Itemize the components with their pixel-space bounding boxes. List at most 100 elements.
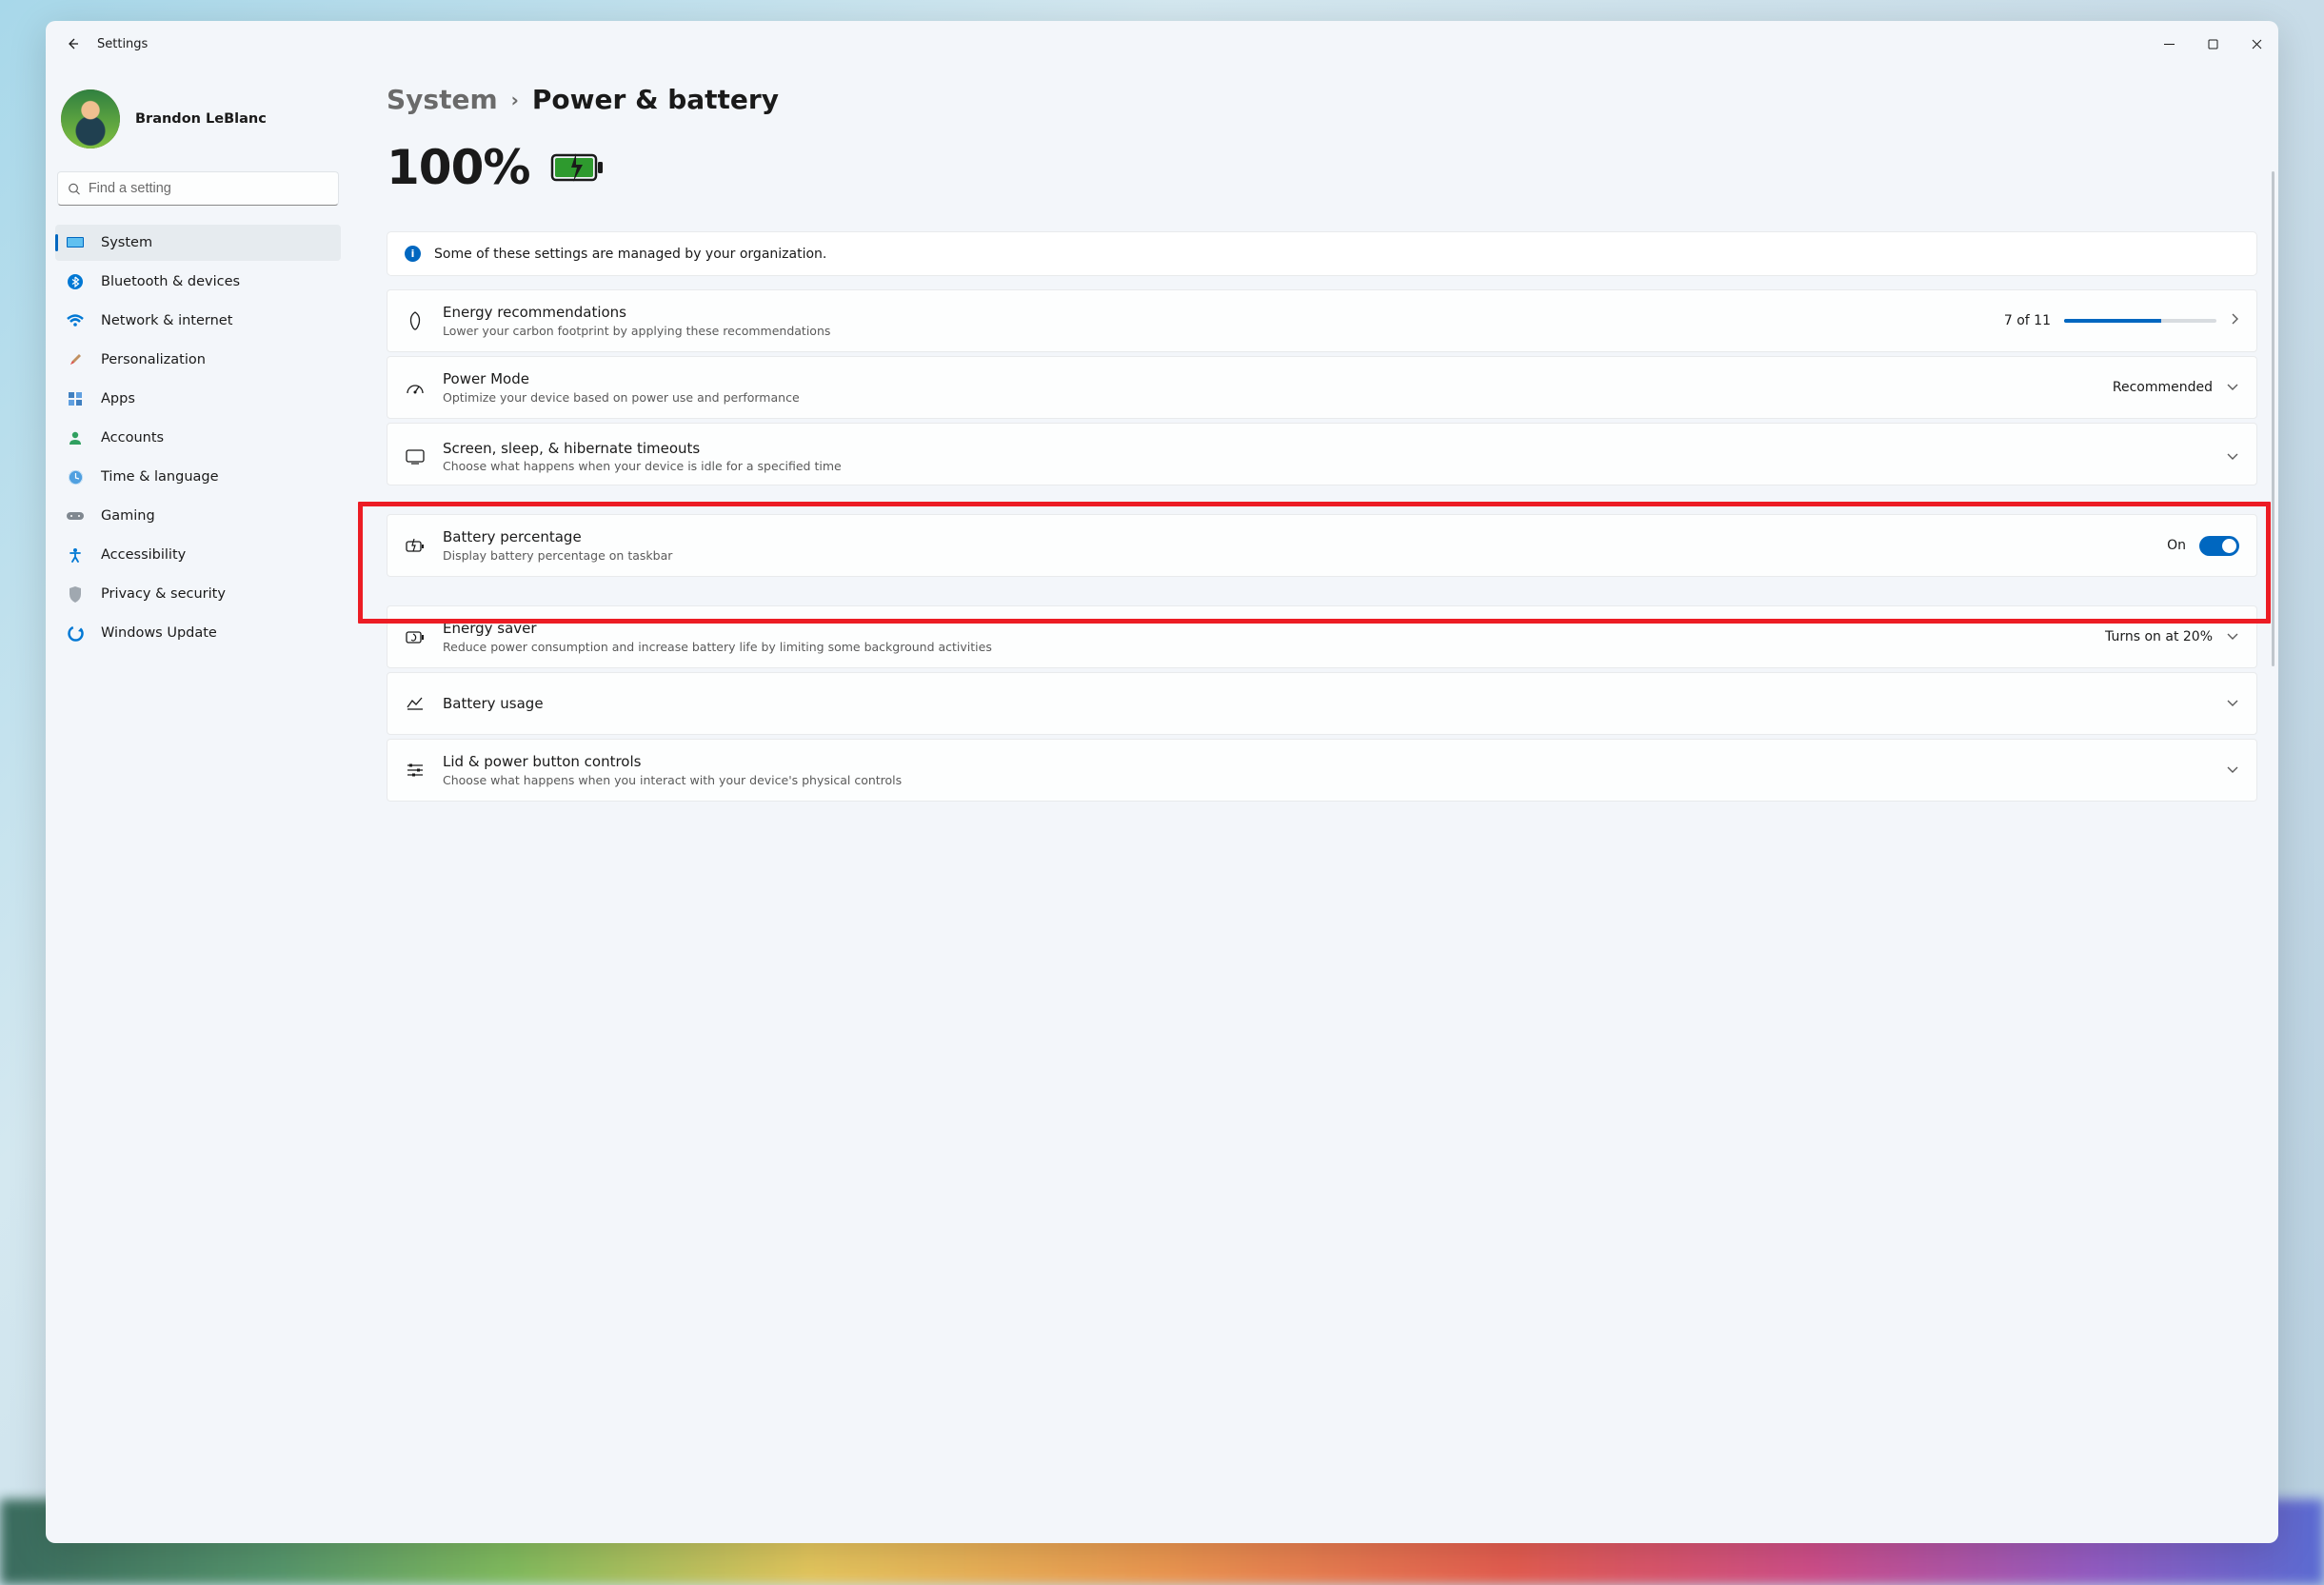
titlebar: Settings	[46, 21, 2278, 67]
maximize-button[interactable]	[2191, 25, 2235, 63]
chevron-down-icon	[2226, 629, 2239, 644]
search-box[interactable]	[57, 171, 339, 206]
sidebar-item-windows-update[interactable]: Windows Update	[55, 615, 341, 651]
nav: System Bluetooth & devices Network & int…	[53, 225, 343, 651]
display-timeout-icon	[405, 449, 426, 465]
card-battery-percentage[interactable]: Battery percentage Display battery perce…	[387, 514, 2257, 577]
sidebar-item-accessibility[interactable]: Accessibility	[55, 537, 341, 573]
battery-percentage-value: 100%	[387, 140, 529, 195]
minimize-button[interactable]	[2147, 25, 2191, 63]
card-subtitle: Choose what happens when your device is …	[443, 459, 2209, 474]
card-title: Energy recommendations	[443, 303, 1987, 322]
breadcrumb: System › Power & battery	[387, 84, 2257, 115]
arrow-left-icon	[65, 36, 80, 51]
energy-recs-counter: 7 of 11	[2004, 313, 2051, 328]
scrollbar[interactable]	[2272, 171, 2274, 666]
battery-percentage-toggle-state: On	[2167, 538, 2186, 553]
sidebar-item-time-language[interactable]: Time & language	[55, 459, 341, 495]
card-energy-recommendations[interactable]: Energy recommendations Lower your carbon…	[387, 289, 2257, 352]
battery-hero: 100%	[387, 140, 2257, 195]
sidebar: Brandon LeBlanc System Bluetooth & devic…	[46, 67, 350, 1543]
chevron-down-icon	[2226, 763, 2239, 778]
gauge-icon	[405, 380, 426, 395]
apps-icon	[67, 390, 84, 407]
profile-name: Brandon LeBlanc	[135, 111, 267, 127]
person-icon	[67, 429, 84, 446]
energy-saver-value: Turns on at 20%	[2105, 629, 2213, 644]
energy-saver-icon	[405, 629, 426, 644]
card-title: Lid & power button controls	[443, 752, 2209, 771]
sidebar-item-apps[interactable]: Apps	[55, 381, 341, 417]
sidebar-item-label: Windows Update	[101, 625, 217, 641]
sidebar-item-label: Accounts	[101, 430, 164, 446]
card-battery-usage[interactable]: Battery usage	[387, 672, 2257, 735]
system-icon	[67, 234, 84, 251]
sidebar-item-label: Bluetooth & devices	[101, 274, 240, 289]
sidebar-item-label: Network & internet	[101, 313, 232, 328]
page-title: Power & battery	[532, 84, 779, 115]
search-input[interactable]	[89, 181, 328, 196]
sidebar-item-label: Privacy & security	[101, 586, 226, 602]
clock-globe-icon	[67, 468, 84, 485]
card-power-mode[interactable]: Power Mode Optimize your device based on…	[387, 356, 2257, 419]
sidebar-item-bluetooth[interactable]: Bluetooth & devices	[55, 264, 341, 300]
card-title: Battery percentage	[443, 527, 2150, 546]
battery-percent-icon	[405, 538, 426, 553]
avatar	[61, 89, 120, 149]
main-content: System › Power & battery 100% i Some of …	[350, 67, 2278, 1543]
settings-window: Settings Brandon LeBlanc	[46, 21, 2278, 1543]
battery-percentage-toggle[interactable]	[2199, 536, 2239, 556]
card-screen-sleep-timeouts[interactable]: Screen, sleep, & hibernate timeouts Choo…	[387, 423, 2257, 485]
leaf-icon	[405, 311, 426, 330]
chevron-down-icon	[2226, 449, 2239, 465]
sidebar-item-label: System	[101, 235, 152, 250]
paintbrush-icon	[67, 351, 84, 368]
shield-icon	[67, 585, 84, 603]
chevron-down-icon	[2226, 380, 2239, 395]
gamepad-icon	[67, 507, 84, 525]
sidebar-item-personalization[interactable]: Personalization	[55, 342, 341, 378]
info-icon: i	[405, 246, 421, 262]
maximize-icon	[2208, 39, 2218, 50]
sidebar-item-accounts[interactable]: Accounts	[55, 420, 341, 456]
card-subtitle: Lower your carbon footprint by applying …	[443, 324, 1987, 339]
card-lid-power-button[interactable]: Lid & power button controls Choose what …	[387, 739, 2257, 802]
sidebar-item-label: Apps	[101, 391, 135, 406]
breadcrumb-parent[interactable]: System	[387, 84, 498, 115]
back-button[interactable]	[63, 36, 82, 51]
sidebar-item-network[interactable]: Network & internet	[55, 303, 341, 339]
battery-charging-icon	[550, 151, 604, 184]
bluetooth-icon	[67, 273, 84, 290]
search-icon	[68, 182, 81, 196]
close-icon	[2252, 39, 2262, 50]
close-button[interactable]	[2235, 25, 2278, 63]
power-mode-value: Recommended	[2113, 380, 2213, 395]
app-title: Settings	[97, 37, 148, 51]
profile-block[interactable]: Brandon LeBlanc	[53, 67, 343, 171]
card-title: Power Mode	[443, 369, 2096, 388]
card-title: Energy saver	[443, 619, 2088, 638]
card-subtitle: Optimize your device based on power use …	[443, 390, 2096, 406]
managed-by-org-banner: i Some of these settings are managed by …	[387, 231, 2257, 276]
card-title: Screen, sleep, & hibernate timeouts	[443, 439, 2209, 458]
card-title: Battery usage	[443, 694, 2209, 713]
chevron-right-icon	[2230, 312, 2239, 329]
sidebar-item-gaming[interactable]: Gaming	[55, 498, 341, 534]
chevron-down-icon	[2226, 696, 2239, 711]
sidebar-item-label: Personalization	[101, 352, 206, 367]
chart-line-icon	[405, 696, 426, 711]
update-icon	[67, 624, 84, 642]
wifi-icon	[67, 312, 84, 329]
card-energy-saver[interactable]: Energy saver Reduce power consumption an…	[387, 605, 2257, 668]
chevron-right-icon: ›	[511, 89, 519, 111]
sidebar-item-label: Time & language	[101, 469, 219, 485]
card-subtitle: Choose what happens when you interact wi…	[443, 773, 2209, 788]
card-subtitle: Display battery percentage on taskbar	[443, 548, 2150, 564]
card-subtitle: Reduce power consumption and increase ba…	[443, 640, 2088, 655]
sidebar-item-privacy[interactable]: Privacy & security	[55, 576, 341, 612]
sidebar-item-label: Accessibility	[101, 547, 186, 563]
accessibility-icon	[67, 546, 84, 564]
minimize-icon	[2164, 39, 2175, 50]
sidebar-item-system[interactable]: System	[55, 225, 341, 261]
energy-recs-progress	[2064, 319, 2216, 323]
